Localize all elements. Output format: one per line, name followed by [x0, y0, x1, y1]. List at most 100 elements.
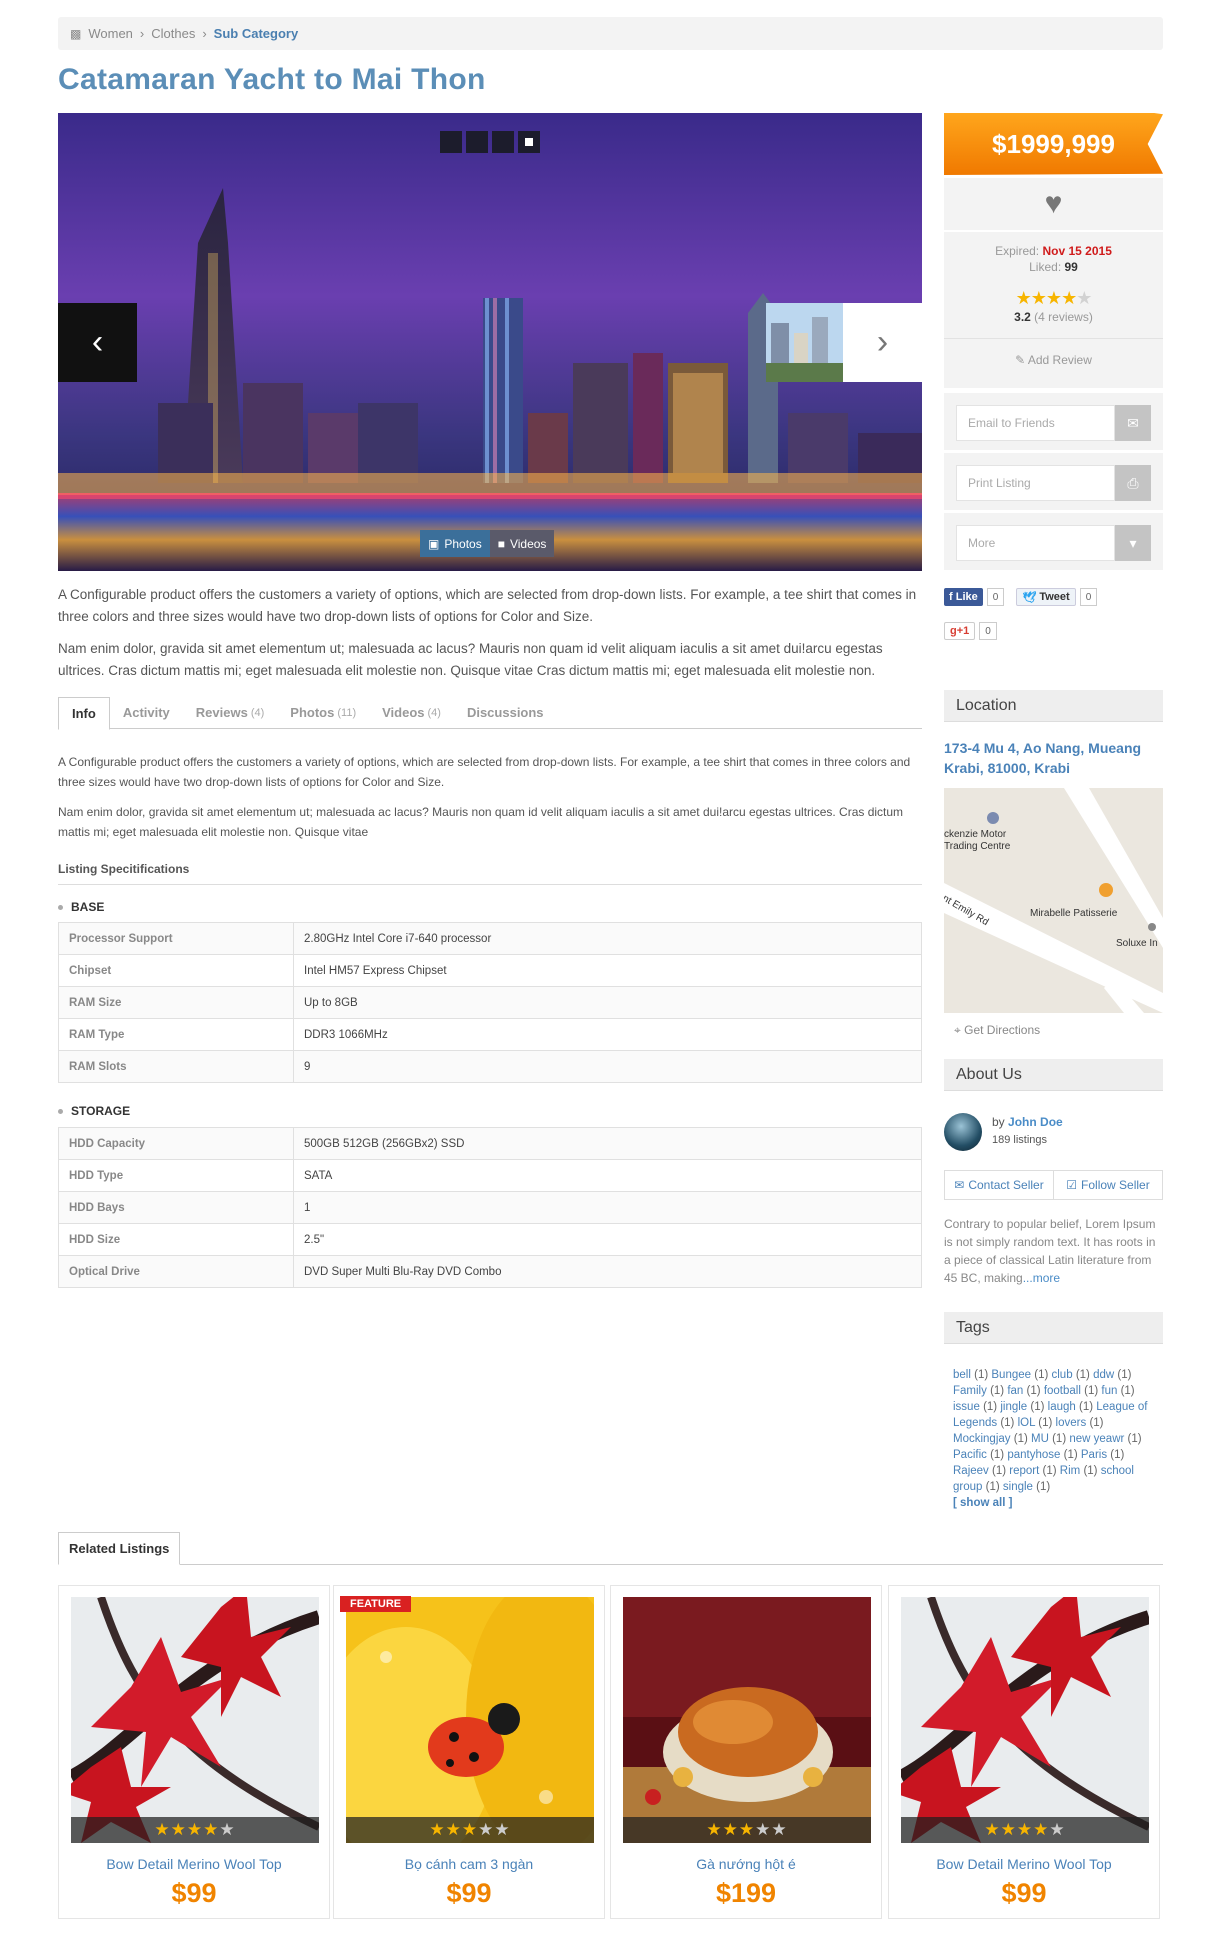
listing-name[interactable]: Bow Detail Merino Wool Top: [59, 1856, 329, 1872]
envelope-icon[interactable]: ✉: [1115, 405, 1151, 441]
tag-link[interactable]: single: [1003, 1481, 1033, 1493]
tab-reviews[interactable]: Reviews (4): [183, 697, 278, 728]
tag-link[interactable]: lovers: [1056, 1417, 1087, 1429]
tab-info[interactable]: Info: [58, 697, 110, 730]
tag-count: (1): [1030, 1401, 1045, 1413]
related-listing-card[interactable]: ★★★★ ★ Bow Detail Merino Wool Top $99: [58, 1585, 330, 1919]
tag-link[interactable]: fan: [1007, 1385, 1023, 1397]
next-photo-thumbnail[interactable]: [766, 303, 843, 382]
red-leaves-image[interactable]: ★★★★ ★: [71, 1597, 319, 1843]
slider-dot[interactable]: [466, 131, 488, 153]
print-icon[interactable]: ⎙: [1115, 465, 1151, 501]
tab-related-listings[interactable]: Related Listings: [58, 1532, 181, 1565]
slider-next-button[interactable]: ›: [843, 303, 922, 382]
listing-price: $199: [715, 1878, 777, 1908]
google-plus-button[interactable]: g+1: [944, 622, 976, 640]
follow-seller-button[interactable]: ☑ Follow Seller: [1054, 1171, 1162, 1199]
spec-row: Chipset Intel HM57 Express Chipset: [58, 954, 922, 987]
slider-dot[interactable]: [440, 131, 462, 153]
spec-value: DVD Super Multi Blu-Ray DVD Combo: [293, 1255, 922, 1288]
tag-link[interactable]: bell: [953, 1369, 971, 1381]
photo-icon: ▣: [428, 536, 440, 551]
seller-name[interactable]: John Doe: [1008, 1115, 1063, 1129]
show-all-tags-link[interactable]: [ show all ]: [953, 1495, 1158, 1511]
tab-videos[interactable]: Videos (4): [369, 697, 454, 728]
photos-tab[interactable]: ▣ Photos: [420, 530, 490, 557]
more-select[interactable]: More: [956, 525, 1115, 561]
info-paragraph: Nam enim dolor, gravida sit amet element…: [58, 805, 904, 839]
tweet-button[interactable]: 🕊 Tweet: [1016, 588, 1076, 606]
roast-chicken-image[interactable]: ★★★ ★★: [623, 1597, 871, 1843]
breadcrumb-item-clothes[interactable]: Clothes: [151, 26, 195, 41]
map-marker-icon: ⌖: [954, 1023, 961, 1037]
spec-value: DDR3 1066MHz: [293, 1018, 922, 1051]
listing-name[interactable]: Gà nướng hột é: [611, 1856, 881, 1872]
tab-activity[interactable]: Activity: [110, 697, 183, 728]
tag-link[interactable]: Rajeev: [953, 1465, 989, 1477]
tag-link[interactable]: pantyhose: [1007, 1449, 1060, 1461]
tag-count: (1): [1075, 1369, 1090, 1381]
location-heading: Location: [944, 690, 1163, 722]
listing-name[interactable]: Bow Detail Merino Wool Top: [889, 1856, 1159, 1872]
city-day-image: [766, 303, 843, 382]
slider-dot-active[interactable]: [518, 131, 540, 153]
caret-down-icon[interactable]: ▾: [1115, 525, 1151, 561]
tag-link[interactable]: MU: [1031, 1433, 1049, 1445]
spec-key: RAM Type: [58, 1018, 294, 1051]
tag-count: (1): [1052, 1433, 1067, 1445]
facebook-like-button[interactable]: f Like: [944, 588, 983, 606]
tag-link[interactable]: lOL: [1018, 1417, 1035, 1429]
related-listing-card[interactable]: FEATURE ★★★ ★★ Bọ cánh cam 3 ngàn $99: [333, 1585, 605, 1919]
related-listing-card[interactable]: ★★★ ★★ Gà nướng hột é $199: [610, 1585, 882, 1919]
email-friends-field[interactable]: Email to Friends: [956, 405, 1115, 441]
location-map[interactable]: ckenzie Motor Trading Centre nt Emily Rd…: [944, 788, 1163, 1013]
read-more-link[interactable]: ...more: [1023, 1271, 1060, 1285]
contact-seller-button[interactable]: ✉ Contact Seller: [945, 1171, 1054, 1199]
tag-link[interactable]: Rim: [1060, 1465, 1080, 1477]
tab-photos[interactable]: Photos (11): [277, 697, 369, 728]
listing-name[interactable]: Bọ cánh cam 3 ngàn: [334, 1856, 604, 1872]
get-directions-link[interactable]: ⌖ Get Directions: [954, 1023, 1040, 1038]
tab-discussions[interactable]: Discussions: [454, 697, 557, 728]
tag-link[interactable]: ddw: [1093, 1369, 1114, 1381]
breadcrumb-item-women[interactable]: Women: [88, 26, 133, 41]
spec-key: RAM Slots: [58, 1050, 294, 1083]
ladybug-image[interactable]: ★★★ ★★: [346, 1597, 594, 1843]
check-icon: ☑: [1066, 1178, 1078, 1192]
tag-link[interactable]: club: [1052, 1369, 1073, 1381]
tag-link[interactable]: jingle: [1000, 1401, 1027, 1413]
print-listing-field[interactable]: Print Listing: [956, 465, 1115, 501]
breadcrumb-current[interactable]: Sub Category: [214, 26, 299, 41]
tag-link[interactable]: report: [1009, 1465, 1039, 1477]
red-leaves-image[interactable]: ★★★★ ★: [901, 1597, 1149, 1843]
favorite-button[interactable]: ♥: [944, 178, 1163, 230]
tag-link[interactable]: Family: [953, 1385, 987, 1397]
listing-stats: Expired: Nov 15 2015 Liked: 99 ★★★★★ 3.2…: [944, 232, 1163, 388]
tag-link[interactable]: Pacific: [953, 1449, 987, 1461]
social-row: g+1 0: [944, 622, 997, 640]
info-paragraph: A Configurable product offers the custom…: [58, 755, 911, 789]
chevron-right-icon: ›: [876, 323, 889, 361]
description-paragraph: Nam enim dolor, gravida sit amet element…: [58, 641, 883, 678]
tag-count: (1): [992, 1465, 1007, 1477]
tag-link[interactable]: issue: [953, 1401, 980, 1413]
tag-link[interactable]: Bungee: [991, 1369, 1031, 1381]
tag-link[interactable]: laugh: [1048, 1401, 1076, 1413]
tag-count: (1): [1089, 1417, 1104, 1429]
add-review-link[interactable]: ✎ Add Review: [944, 338, 1163, 367]
videos-tab[interactable]: ■ Videos: [489, 530, 555, 557]
tag-link[interactable]: new yeawr: [1069, 1433, 1124, 1445]
related-listing-card[interactable]: ★★★★ ★ Bow Detail Merino Wool Top $99: [888, 1585, 1160, 1919]
tag-link[interactable]: Paris: [1081, 1449, 1107, 1461]
spec-row: HDD Type SATA: [58, 1159, 922, 1192]
bullet-icon: [58, 904, 63, 910]
print-action: Print Listing ⎙: [944, 453, 1163, 510]
tag-link[interactable]: fun: [1101, 1385, 1117, 1397]
seller-actions: ✉ Contact Seller ☑ Follow Seller: [944, 1170, 1163, 1200]
tag-link[interactable]: football: [1044, 1385, 1081, 1397]
slider-dot[interactable]: [492, 131, 514, 153]
spec-key: Chipset: [58, 954, 294, 987]
avatar[interactable]: [944, 1113, 982, 1151]
slider-prev-button[interactable]: ‹: [58, 303, 137, 382]
tag-link[interactable]: Mockingjay: [953, 1433, 1011, 1445]
